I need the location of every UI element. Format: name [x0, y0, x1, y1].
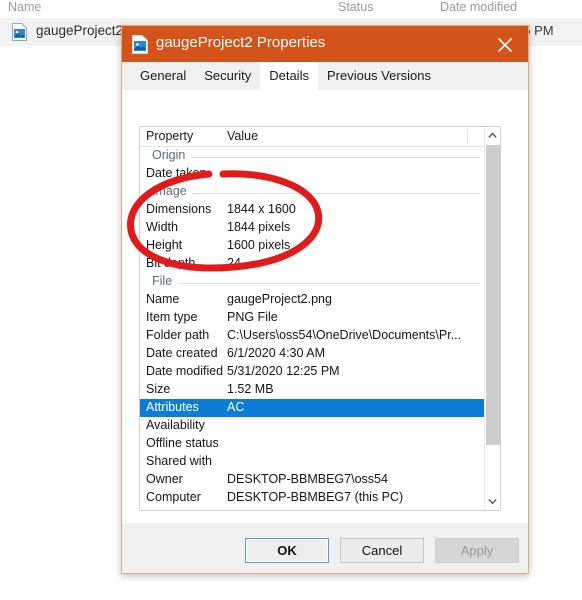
apply-button: Apply [435, 538, 519, 563]
table-row[interactable]: Width 1844 pixels [140, 219, 484, 237]
scrollbar-thumb[interactable] [486, 145, 500, 445]
tab-details[interactable]: Details [260, 62, 318, 90]
details-tab-panel: Property Value Origin Date taken Image D… [122, 90, 528, 544]
property-name: Folder path [146, 328, 210, 342]
property-value: C:\Users\oss54\OneDrive\Documents\Pr... [227, 328, 462, 342]
property-value: 1600 pixels [227, 238, 291, 252]
property-name: Attributes [146, 400, 199, 414]
property-name: Width [146, 220, 178, 234]
tab-previous-versions[interactable]: Previous Versions [318, 62, 440, 90]
dialog-tabstrip: General Security Details Previous Versions [122, 62, 528, 90]
close-icon[interactable] [482, 26, 528, 62]
property-name: Owner [146, 472, 183, 486]
table-row[interactable]: Dimensions 1844 x 1600 [140, 201, 484, 219]
property-name: Dimensions [146, 202, 212, 216]
table-row[interactable]: Shared with [140, 453, 484, 471]
column-header-name[interactable]: Name [8, 0, 41, 14]
section-origin: Origin [140, 147, 484, 165]
property-list-scrollbar[interactable] [484, 127, 500, 510]
section-rule [152, 157, 480, 158]
property-value: 1.52 MB [227, 382, 274, 396]
dialog-button-bar: OK Cancel Apply [122, 523, 528, 573]
table-row[interactable]: Bit depth 24 [140, 255, 484, 273]
ok-button[interactable]: OK [245, 538, 329, 563]
table-row[interactable]: Offline status [140, 435, 484, 453]
property-name: Date created [146, 346, 218, 360]
column-header-status[interactable]: Status [338, 0, 373, 14]
property-value: 6/1/2020 4:30 AM [227, 346, 325, 360]
table-row[interactable]: Availability [140, 417, 484, 435]
section-label: Image [152, 184, 193, 198]
table-row[interactable]: Size 1.52 MB [140, 381, 484, 399]
table-row[interactable]: Folder path C:\Users\oss54\OneDrive\Docu… [140, 327, 484, 345]
image-file-icon [12, 23, 27, 41]
tab-security[interactable]: Security [195, 62, 260, 90]
property-name: Name [146, 292, 180, 306]
property-name: Date taken [146, 166, 207, 180]
header-property[interactable]: Property [146, 129, 193, 143]
section-label: File [152, 274, 179, 288]
property-name: Date modified [146, 364, 224, 378]
property-name: Size [146, 382, 171, 396]
table-row[interactable]: Date modified 5/31/2020 12:25 PM [140, 363, 484, 381]
property-value: 1844 x 1600 [227, 202, 296, 216]
property-value: PNG File [227, 310, 278, 324]
column-header-date-modified[interactable]: Date modified [440, 0, 517, 14]
header-value[interactable]: Value [227, 129, 258, 143]
section-rule [152, 283, 480, 284]
chevron-down-icon[interactable] [485, 493, 500, 510]
chevron-up-icon[interactable] [485, 127, 500, 144]
section-image: Image [140, 183, 484, 201]
property-value: 24 [227, 256, 241, 270]
table-row[interactable]: Height 1600 pixels [140, 237, 484, 255]
table-row-selected[interactable]: Attributes AC [140, 399, 484, 417]
header-separator [467, 129, 468, 144]
section-rule [152, 193, 480, 194]
dialog-title: gaugeProject2 Properties [156, 34, 326, 51]
property-value: AC [227, 400, 245, 414]
property-rows-viewport: Origin Date taken Image Dimensions 1844 … [140, 147, 484, 510]
cancel-button[interactable]: Cancel [340, 538, 424, 563]
section-file: File [140, 273, 484, 291]
property-value: DESKTOP-BBMBEG7\oss54 [227, 472, 388, 486]
dialog-titlebar[interactable]: gaugeProject2 Properties [122, 26, 528, 62]
property-name: Item type [146, 310, 198, 324]
property-name: Computer [146, 490, 201, 504]
table-row[interactable]: Item type PNG File [140, 309, 484, 327]
table-row[interactable]: Computer DESKTOP-BBMBEG7 (this PC) [140, 489, 484, 507]
image-file-icon [132, 35, 148, 54]
table-row[interactable]: Owner DESKTOP-BBMBEG7\oss54 [140, 471, 484, 489]
property-name: Offline status [146, 436, 219, 450]
property-list[interactable]: Property Value Origin Date taken Image D… [139, 126, 501, 511]
property-value: gaugeProject2.png [227, 292, 332, 306]
tab-general[interactable]: General [131, 62, 195, 90]
property-name: Height [146, 238, 183, 252]
table-row[interactable]: Date taken [140, 165, 484, 183]
property-value: 1844 pixels [227, 220, 291, 234]
property-name: Bit depth [146, 256, 196, 270]
table-row[interactable]: Date created 6/1/2020 4:30 AM [140, 345, 484, 363]
property-value: DESKTOP-BBMBEG7 (this PC) [227, 490, 404, 504]
property-name: Shared with [146, 454, 213, 468]
table-row[interactable]: Name gaugeProject2.png [140, 291, 484, 309]
properties-dialog: gaugeProject2 Properties General Security… [121, 25, 529, 574]
property-list-header: Property Value [140, 127, 500, 147]
property-value: 5/31/2020 12:25 PM [227, 364, 340, 378]
explorer-file-name: gaugeProject2 [36, 23, 124, 38]
property-name: Availability [146, 418, 205, 432]
section-label: Origin [152, 148, 192, 162]
